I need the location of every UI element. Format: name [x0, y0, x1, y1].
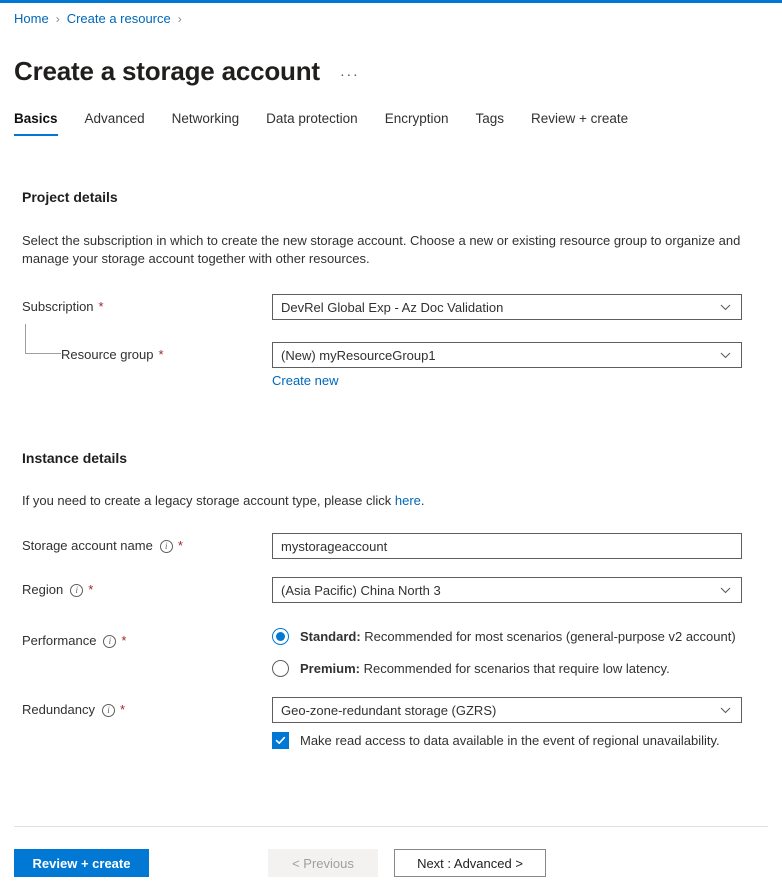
resource-group-dropdown[interactable]: (New) myResourceGroup1: [272, 342, 742, 368]
region-label-cell: Region i *: [0, 577, 272, 599]
info-icon[interactable]: i: [70, 584, 83, 597]
review-create-button[interactable]: Review + create: [14, 849, 149, 877]
project-details-description: Select the subscription in which to crea…: [22, 232, 742, 268]
resource-group-label-cell: Resource group *: [0, 342, 272, 364]
region-row: Region i * (Asia Pacific) China North 3: [0, 577, 782, 603]
legacy-here-link[interactable]: here: [395, 493, 421, 508]
breadcrumb-separator-icon-2: ›: [178, 11, 182, 27]
redundancy-field-cell: Geo-zone-redundant storage (GZRS) Make r…: [272, 697, 782, 749]
wizard-footer: Review + create < Previous Next : Advanc…: [0, 849, 782, 879]
performance-field-cell: Standard: Recommended for most scenarios…: [272, 628, 782, 677]
chevron-down-icon: [720, 585, 731, 596]
previous-button: < Previous: [268, 849, 378, 877]
create-new-resource-group-link[interactable]: Create new: [272, 373, 338, 388]
geo-read-access-checkbox[interactable]: [272, 732, 289, 749]
region-dropdown[interactable]: (Asia Pacific) China North 3: [272, 577, 742, 603]
info-icon[interactable]: i: [102, 704, 115, 717]
wizard-tabs: Basics Advanced Networking Data protecti…: [14, 106, 655, 136]
storage-account-name-value: mystorageaccount: [281, 539, 733, 554]
geo-read-access-label: Make read access to data available in th…: [300, 733, 720, 748]
resource-group-label: Resource group: [61, 346, 154, 364]
resource-group-value: (New) myResourceGroup1: [281, 348, 720, 363]
legacy-note-prefix: If you need to create a legacy storage a…: [22, 493, 395, 508]
legacy-note-suffix: .: [421, 493, 425, 508]
performance-premium-desc: Recommended for scenarios that require l…: [360, 661, 670, 676]
region-label: Region: [22, 581, 63, 599]
more-options-icon[interactable]: ···: [340, 70, 360, 80]
page-title-row: Create a storage account ···: [14, 38, 359, 105]
legacy-note: If you need to create a legacy storage a…: [22, 492, 742, 510]
performance-option-standard[interactable]: Standard: Recommended for most scenarios…: [272, 628, 782, 645]
redundancy-required-marker: *: [120, 705, 125, 715]
resource-group-required-marker: *: [159, 350, 164, 360]
performance-standard-text: Standard: Recommended for most scenarios…: [300, 629, 736, 644]
performance-label-cell: Performance i *: [0, 628, 272, 650]
subscription-label: Subscription: [22, 298, 94, 316]
redundancy-dropdown[interactable]: Geo-zone-redundant storage (GZRS): [272, 697, 742, 723]
performance-standard-desc: Recommended for most scenarios (general-…: [361, 629, 736, 644]
tab-data-protection[interactable]: Data protection: [266, 111, 358, 136]
subscription-value: DevRel Global Exp - Az Doc Validation: [281, 300, 720, 315]
geo-read-access-checkbox-row[interactable]: Make read access to data available in th…: [272, 732, 782, 749]
performance-premium-text: Premium: Recommended for scenarios that …: [300, 661, 670, 676]
subscription-dropdown[interactable]: DevRel Global Exp - Az Doc Validation: [272, 294, 742, 320]
performance-standard-bold: Standard:: [300, 629, 361, 644]
info-icon[interactable]: i: [160, 540, 173, 553]
radio-standard[interactable]: [272, 628, 289, 645]
info-icon[interactable]: i: [103, 635, 116, 648]
radio-premium[interactable]: [272, 660, 289, 677]
subscription-row: Subscription * DevRel Global Exp - Az Do…: [0, 294, 782, 320]
performance-option-premium[interactable]: Premium: Recommended for scenarios that …: [272, 660, 782, 677]
performance-required-marker: *: [121, 636, 126, 646]
redundancy-label-cell: Redundancy i *: [0, 697, 272, 719]
instance-details-heading: Instance details: [22, 450, 782, 466]
next-advanced-button[interactable]: Next : Advanced >: [394, 849, 546, 877]
top-accent-band: [0, 0, 782, 3]
redundancy-label: Redundancy: [22, 701, 95, 719]
tree-connector-line: [25, 324, 61, 354]
redundancy-row: Redundancy i * Geo-zone-redundant storag…: [0, 697, 782, 749]
chevron-down-icon: [720, 705, 731, 716]
storage-account-name-required-marker: *: [178, 541, 183, 551]
subscription-field-cell: DevRel Global Exp - Az Doc Validation: [272, 294, 782, 320]
performance-row: Performance i * Standard: Recommended fo…: [0, 628, 782, 677]
tab-networking[interactable]: Networking: [172, 111, 240, 136]
chevron-down-icon: [720, 350, 731, 361]
tab-basics[interactable]: Basics: [14, 111, 58, 136]
subscription-required-marker: *: [99, 302, 104, 312]
region-field-cell: (Asia Pacific) China North 3: [272, 577, 782, 603]
resource-group-row: Resource group * (New) myResourceGroup1 …: [0, 342, 782, 388]
storage-account-name-label: Storage account name: [22, 537, 153, 555]
storage-account-name-field-cell: mystorageaccount: [272, 533, 782, 559]
tab-encryption[interactable]: Encryption: [385, 111, 449, 136]
performance-premium-bold: Premium:: [300, 661, 360, 676]
performance-label: Performance: [22, 632, 96, 650]
storage-account-name-row: Storage account name i * mystorageaccoun…: [0, 533, 782, 559]
breadcrumb: Home › Create a resource ›: [14, 11, 189, 27]
tab-review-create[interactable]: Review + create: [531, 111, 628, 136]
tab-advanced[interactable]: Advanced: [85, 111, 145, 136]
breadcrumb-item-create-a-resource[interactable]: Create a resource: [67, 11, 171, 27]
subscription-label-cell: Subscription *: [0, 294, 272, 316]
chevron-down-icon: [720, 302, 731, 313]
breadcrumb-separator-icon: ›: [56, 11, 60, 27]
region-required-marker: *: [88, 585, 93, 595]
page-title: Create a storage account: [14, 55, 320, 87]
storage-account-name-label-cell: Storage account name i *: [0, 533, 272, 555]
storage-account-name-input[interactable]: mystorageaccount: [272, 533, 742, 559]
redundancy-value: Geo-zone-redundant storage (GZRS): [281, 703, 720, 718]
tab-tags[interactable]: Tags: [475, 111, 504, 136]
region-value: (Asia Pacific) China North 3: [281, 583, 720, 598]
form-content: Project details Select the subscription …: [0, 175, 782, 749]
breadcrumb-item-home[interactable]: Home: [14, 11, 49, 27]
footer-divider: [14, 826, 768, 827]
project-details-heading: Project details: [22, 189, 782, 205]
resource-group-field-cell: (New) myResourceGroup1 Create new: [272, 342, 782, 388]
